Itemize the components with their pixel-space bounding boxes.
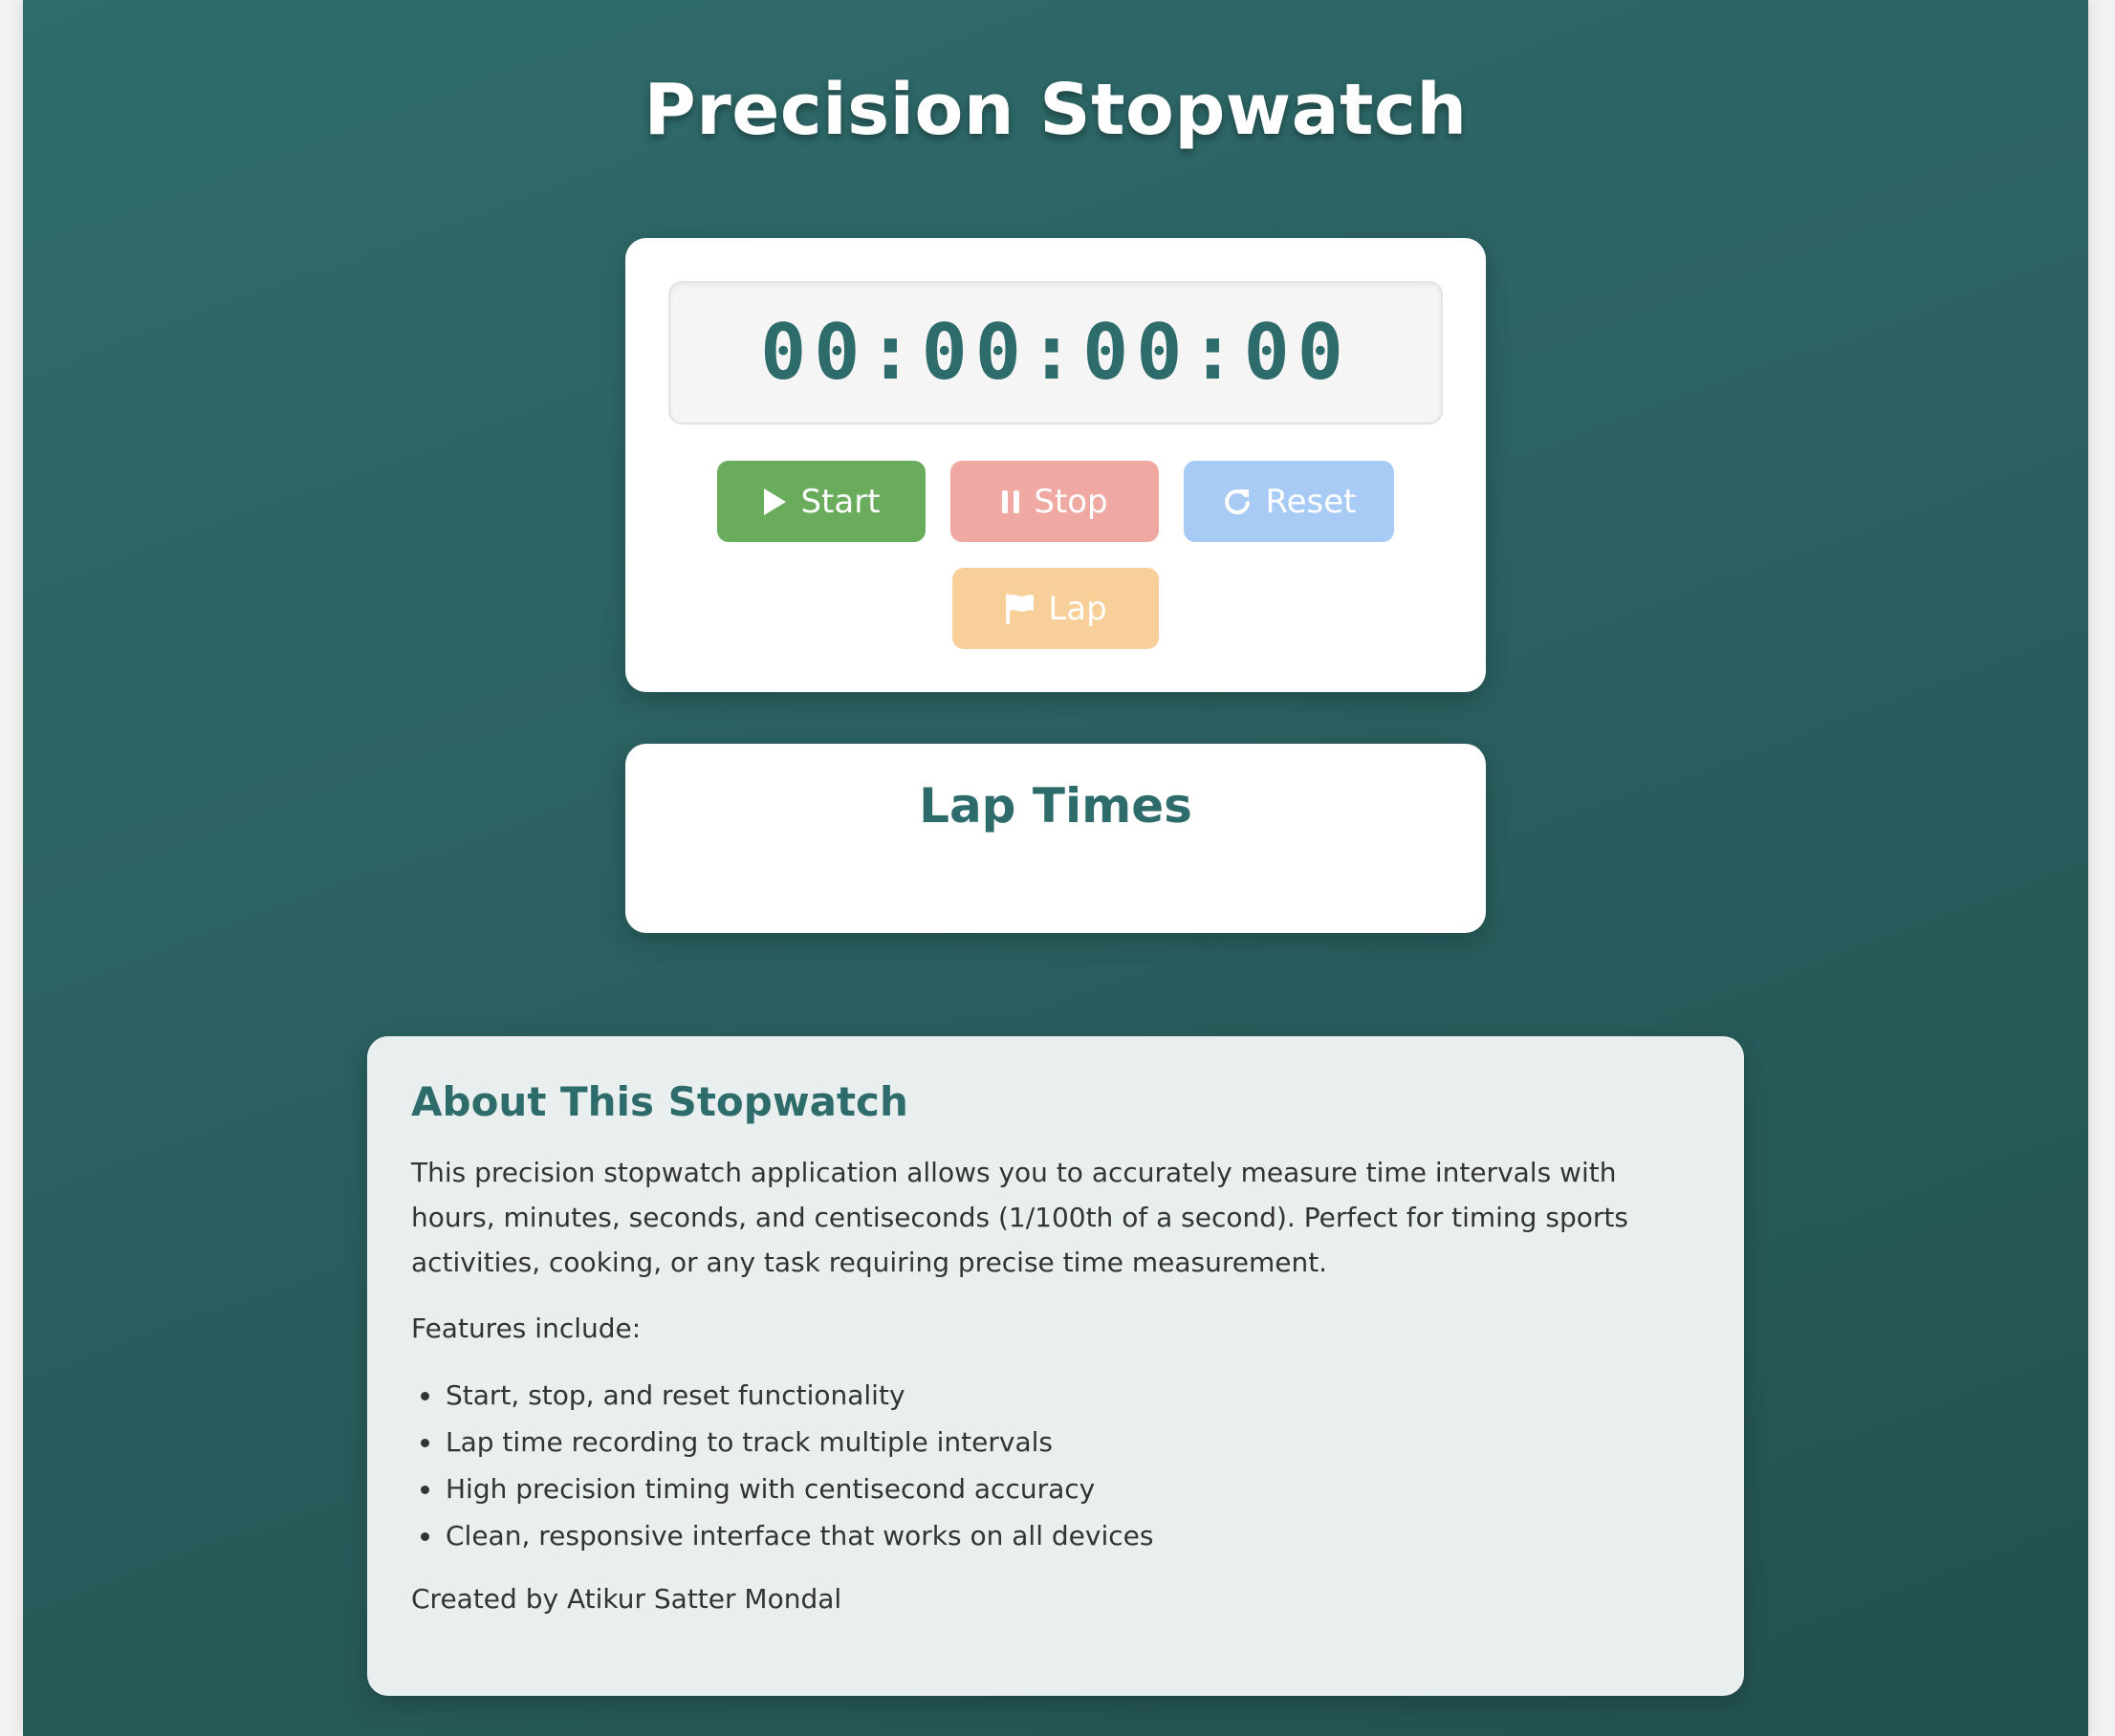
page-background: Precision Stopwatch 00:00:00:00 Start St… bbox=[23, 0, 2088, 1736]
reset-button[interactable]: Reset bbox=[1184, 461, 1394, 542]
about-description: This precision stopwatch application all… bbox=[411, 1157, 1628, 1278]
lap-times-card: Lap Times bbox=[625, 744, 1486, 933]
time-display: 00:00:00:00 bbox=[668, 281, 1443, 424]
reset-button-label: Reset bbox=[1265, 482, 1357, 521]
lap-button-label: Lap bbox=[1048, 589, 1107, 628]
feature-item: Lap time recording to track multiple int… bbox=[411, 1419, 1700, 1465]
stop-button[interactable]: Stop bbox=[950, 461, 1159, 542]
about-heading: About This Stopwatch bbox=[411, 1078, 908, 1125]
stopwatch-card: 00:00:00:00 Start Stop Reset Lap bbox=[625, 238, 1486, 692]
play-icon bbox=[762, 488, 787, 516]
lap-button[interactable]: Lap bbox=[952, 568, 1159, 649]
page-title: Precision Stopwatch bbox=[643, 69, 1468, 151]
start-button-label: Start bbox=[800, 482, 881, 521]
lap-times-title: Lap Times bbox=[919, 778, 1192, 834]
feature-item: High precision timing with centisecond a… bbox=[411, 1465, 1700, 1512]
reset-icon bbox=[1222, 487, 1253, 517]
credit-text: Created by Atikur Satter Mondal bbox=[411, 1583, 842, 1615]
feature-item: Start, stop, and reset functionality bbox=[411, 1372, 1700, 1419]
flag-icon bbox=[1004, 593, 1035, 625]
start-button[interactable]: Start bbox=[717, 461, 926, 542]
features-intro: Features include: bbox=[411, 1313, 642, 1344]
features-list: Start, stop, and reset functionality Lap… bbox=[411, 1372, 1700, 1559]
about-section: About This Stopwatch This precision stop… bbox=[367, 1036, 1744, 1696]
pause-icon bbox=[1001, 489, 1020, 514]
feature-item: Clean, responsive interface that works o… bbox=[411, 1512, 1700, 1559]
stop-button-label: Stop bbox=[1034, 482, 1108, 521]
